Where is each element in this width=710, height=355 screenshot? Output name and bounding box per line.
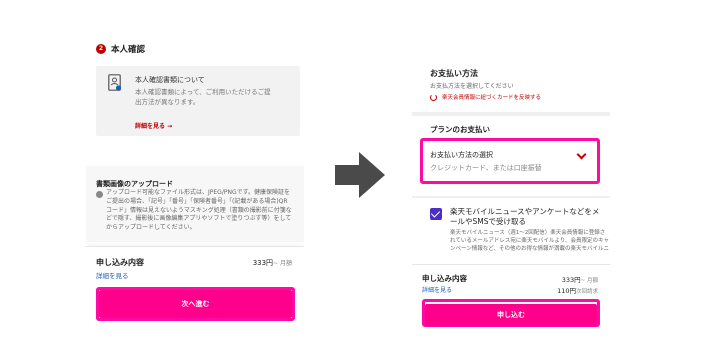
summary-details-link[interactable]: 詳細を見る: [96, 270, 129, 280]
right-arrow-icon: [335, 152, 385, 198]
apply-card-link[interactable]: 楽天会員情報に紐づくカードを反映する: [430, 93, 541, 101]
section-divider: [412, 112, 610, 116]
payment-method-select-label[interactable]: お支払い方法の選択: [430, 150, 493, 160]
section-divider: [412, 196, 610, 198]
upload-title: 書類画像のアップロード: [96, 180, 173, 188]
details-link[interactable]: 詳細を見る →: [135, 121, 172, 130]
summary-details-link[interactable]: 詳細を見る: [422, 285, 452, 294]
order-summary-bar: 申し込み内容 詳細を見る 333円~ 月額 次へ進む: [86, 246, 304, 355]
newsletter-option-title[interactable]: 楽天モバイルニュースやアンケートなどをメールやSMSで受け取る: [450, 207, 605, 227]
submit-button-highlight: 申し込む: [422, 299, 600, 327]
order-summary-bar: 申し込み内容 詳細を見る 333円~ 月額 110円次回請求 申し込む: [412, 264, 610, 355]
submit-button[interactable]: 申し込む: [425, 304, 597, 326]
section-title: 本人確認: [111, 45, 146, 55]
info-dot-icon: [96, 191, 103, 198]
id-document-icon: [108, 74, 121, 91]
upload-instructions: アップロード可能なファイル形式は、JPEG/PNGです。健康保険証をご提出の場合…: [106, 189, 292, 232]
next-bill-price: 110円次回請求: [557, 287, 598, 295]
monthly-price: 333円~ 月額: [252, 259, 292, 267]
newsletter-option-description: 楽天モバイルニュース（週1〜2回配信）楽天会員情報に登録されているメールアドレス…: [450, 230, 610, 252]
info-title: 本人確認書類について: [135, 76, 205, 84]
payment-method-select-highlight[interactable]: [420, 138, 600, 184]
payment-screen: お支払い方法 お支払方法を選択してください 楽天会員情報に紐づくカードを反映する…: [412, 0, 610, 355]
summary-label: 申し込み内容: [422, 274, 467, 283]
summary-label: 申し込み内容: [96, 258, 144, 267]
id-document-info-box: 本人確認書類について 本人確認書類によって、ご利用いただけるご提出方法が異なりま…: [96, 66, 300, 136]
newsletter-checkbox[interactable]: [430, 208, 442, 220]
monthly-price: 333円~ 月額: [561, 276, 598, 284]
refresh-icon: [430, 93, 437, 101]
identity-verification-screen: 2 本人確認 本人確認書類について 本人確認書類によって、ご利用いただけるご提出…: [86, 0, 304, 355]
step-number-badge: 2: [96, 44, 106, 54]
payment-title: お支払い方法: [430, 69, 478, 78]
plan-payment-title: プランのお支払い: [430, 125, 490, 134]
next-button[interactable]: 次へ進む: [99, 290, 292, 318]
section-header: 2 本人確認: [96, 43, 145, 55]
payment-method-select-value[interactable]: クレジットカード、または口座振替: [430, 163, 542, 173]
payment-subtitle: お支払方法を選択してください: [430, 83, 514, 90]
next-button-highlight: 次へ進む: [96, 287, 295, 321]
info-body: 本人確認書類によって、ご利用いただけるご提出方法が異なります。: [135, 88, 271, 106]
